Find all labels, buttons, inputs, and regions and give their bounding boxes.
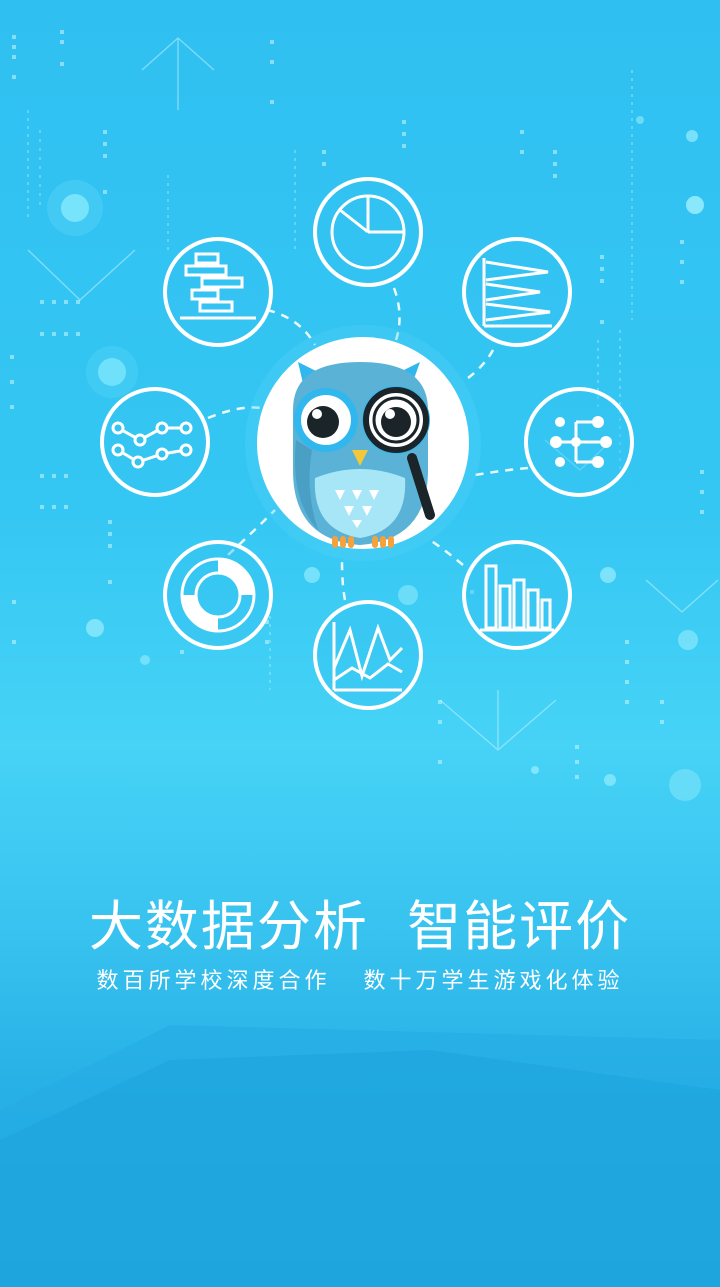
line-chart-icon	[100, 387, 210, 497]
tree-chart-icon	[524, 387, 634, 497]
funnel-chart-icon	[462, 237, 572, 347]
pie-chart-icon	[313, 177, 423, 287]
hero-illustration	[0, 0, 720, 760]
headline-subtitle: 数百所学校深度合作 数十万学生游戏化体验	[96, 969, 624, 994]
area-chart-icon	[313, 600, 423, 710]
bar-chart-icon	[462, 540, 572, 650]
horizontal-bar-chart-icon	[163, 237, 273, 347]
donut-chart-icon	[163, 540, 273, 650]
owl-magnifier-logo	[245, 325, 481, 561]
headline-title: 大数据分析 智能评价	[88, 895, 632, 958]
